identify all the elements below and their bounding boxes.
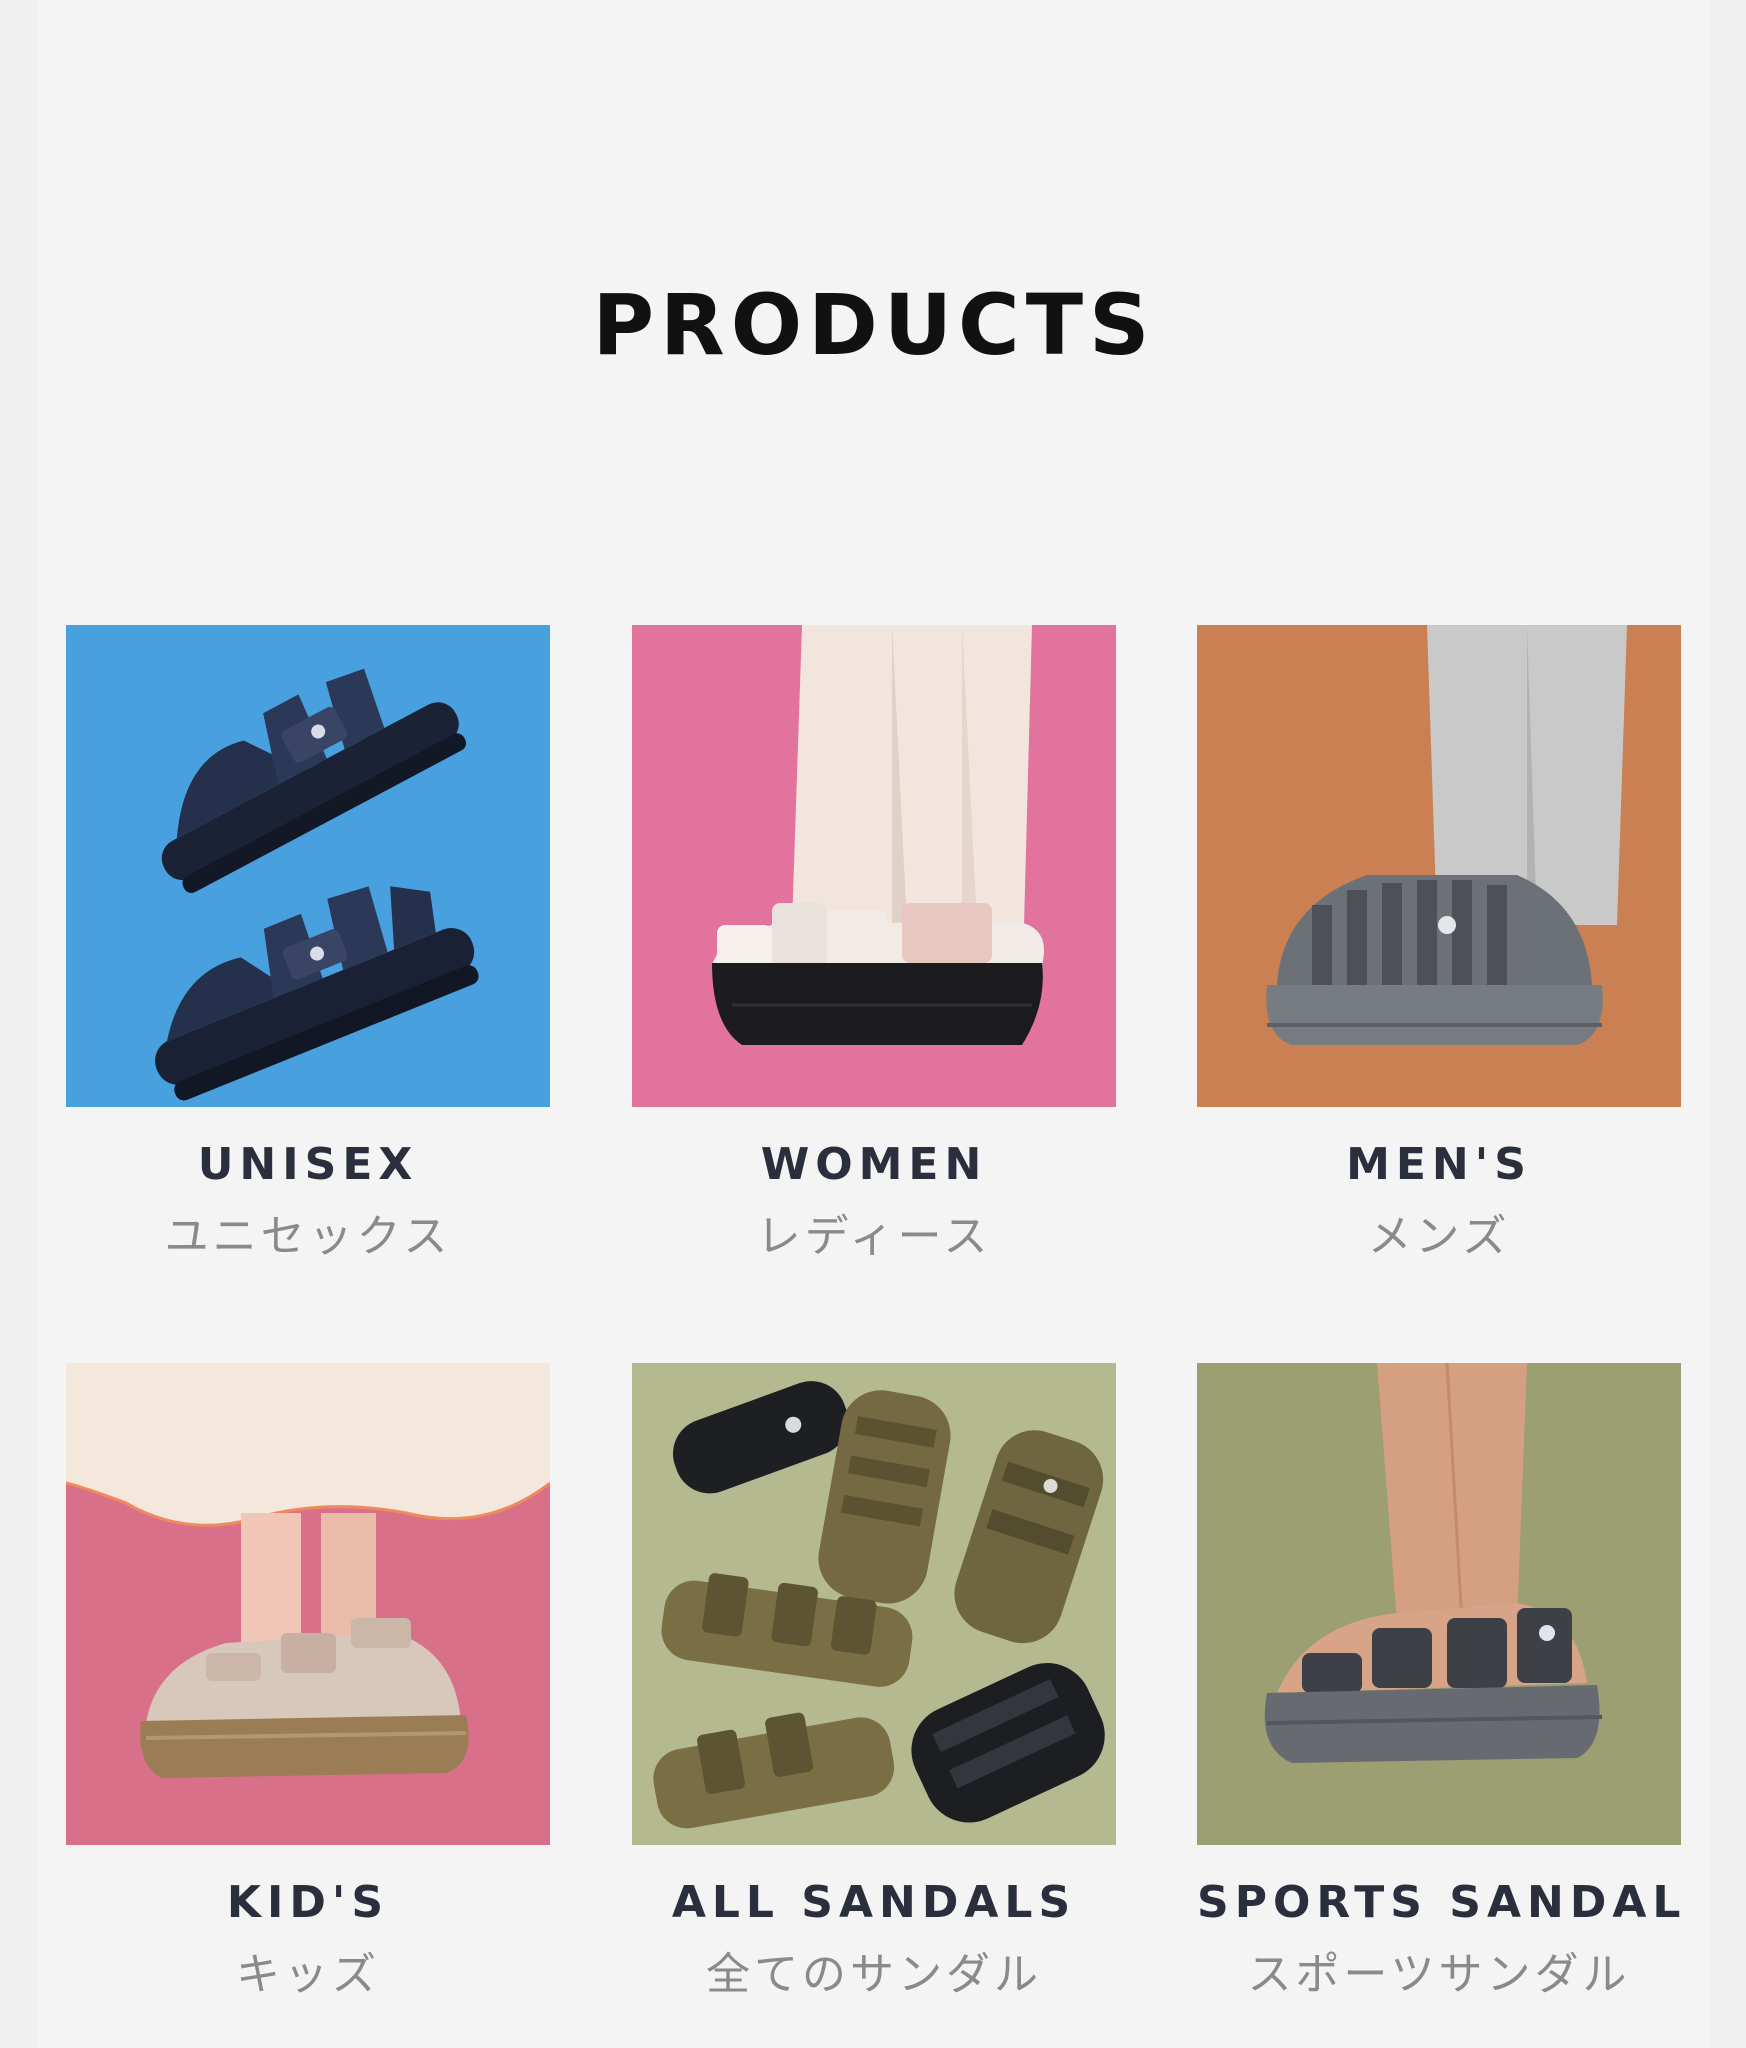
all-sandals-product-image[interactable]	[632, 1363, 1116, 1845]
products-section: PRODUCTS UNISEX ユニセックス WOMEN レディース MEN'S…	[37, 0, 1711, 2048]
category-label-en: SPORTS SANDAL	[1197, 1877, 1687, 1928]
category-label-en: ALL SANDALS	[671, 1877, 1077, 1928]
category-label-en: UNISEX	[197, 1139, 419, 1190]
category-label-jp: スポーツサンダル	[1247, 1949, 1631, 2000]
category-label-en: KID'S	[226, 1877, 390, 1928]
category-card-all-sandals[interactable]: ALL SANDALS 全てのサンダル	[632, 1363, 1116, 2005]
category-card-sports-sandal[interactable]: SPORTS SANDAL スポーツサンダル	[1197, 1363, 1681, 2005]
category-label-jp: 全てのサンダル	[706, 1949, 1042, 2000]
category-label-jp: レディース	[756, 1211, 992, 1262]
women-product-image[interactable]	[632, 625, 1116, 1107]
category-card-women[interactable]: WOMEN レディース	[632, 625, 1116, 1267]
unisex-product-image[interactable]	[66, 625, 550, 1107]
category-card-unisex[interactable]: UNISEX ユニセックス	[66, 625, 550, 1267]
sports-sandal-product-image[interactable]	[1197, 1363, 1681, 1845]
section-title: PRODUCTS	[592, 276, 1156, 374]
category-label-jp: ユニセックス	[164, 1211, 452, 1262]
kids-product-image[interactable]	[66, 1363, 550, 1845]
category-label-jp: メンズ	[1367, 1211, 1511, 1262]
category-label-en: WOMEN	[760, 1139, 988, 1190]
category-card-mens[interactable]: MEN'S メンズ	[1197, 625, 1681, 1267]
category-label-en: MEN'S	[1346, 1139, 1532, 1190]
category-label-jp: キッズ	[236, 1949, 380, 2000]
category-card-kids[interactable]: KID'S キッズ	[66, 1363, 550, 2005]
mens-product-image[interactable]	[1197, 625, 1681, 1107]
